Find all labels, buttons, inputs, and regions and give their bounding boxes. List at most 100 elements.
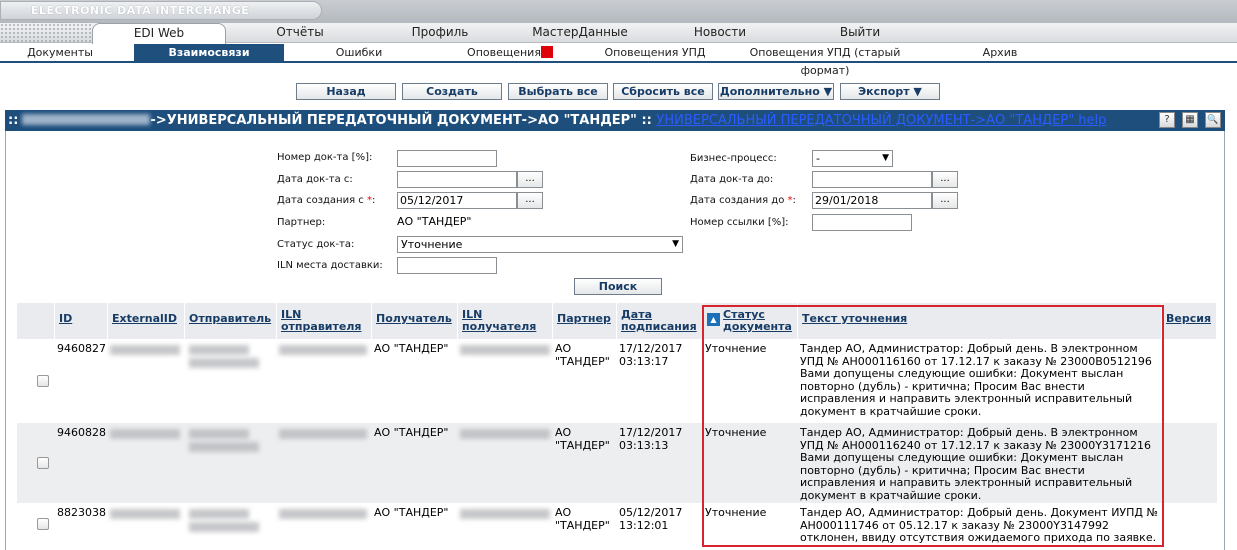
sub-menu-relations[interactable]: Взаимосвязи xyxy=(134,44,284,63)
row-status: Уточнение xyxy=(705,426,767,439)
row-clarification-text: Тандер АО, Администратор: Добрый день. В… xyxy=(800,342,1152,418)
created-from-picker-button[interactable]: ... xyxy=(517,192,543,209)
title-path: ->УНИВЕРСАЛЬНЫЙ ПЕРЕДАТОЧНЫЙ ДОКУМЕНТ->А… xyxy=(150,113,652,128)
doc-status-label: Статус док-та: xyxy=(277,239,355,250)
chevron-down-icon: ▼ xyxy=(672,239,679,249)
create-button[interactable]: Создать xyxy=(402,83,502,100)
sub-menu-errors[interactable]: Ошибки xyxy=(300,44,418,63)
row-checkbox[interactable] xyxy=(37,457,49,469)
doc-date-from-picker-button[interactable]: ... xyxy=(517,171,543,188)
header-id[interactable]: ID xyxy=(55,303,108,339)
doc-status-value: Уточнение xyxy=(401,238,463,251)
redacted-sender xyxy=(189,522,259,532)
header-clarification-label: Текст уточнения xyxy=(802,312,908,325)
header-partner[interactable]: Партнер xyxy=(553,303,617,339)
label-colon: : xyxy=(792,195,796,206)
export-dropdown-button[interactable]: Экспорт ▼ xyxy=(840,83,940,100)
header-clarification[interactable]: Текст уточнения xyxy=(798,303,1162,339)
main-menu-news[interactable]: Новости xyxy=(660,23,780,43)
table-row[interactable]: 9460828 АО "ТАНДЕР" АО "ТАНДЕР" 17/12/20… xyxy=(17,423,1217,503)
top-banner: ELECTRONIC DATA INTERCHANGE PLATFORM xyxy=(0,0,1237,34)
sub-menu-archive[interactable]: Архив xyxy=(960,44,1040,63)
row-checkbox[interactable] xyxy=(37,375,49,387)
sub-menu-upd-notifications-old[interactable]: Оповещения УПД (старый формат) xyxy=(725,44,925,77)
redacted-company-name xyxy=(22,114,151,125)
created-to-input[interactable]: 29/01/2018 xyxy=(812,192,932,209)
table-view-icon[interactable]: ▦ xyxy=(1182,112,1198,128)
header-external-id-label: ExternalID xyxy=(112,312,178,325)
title-help-link[interactable]: УНИВЕРСАЛЬНЫЙ ПЕРЕДАТОЧНЫЙ ДОКУМЕНТ->АО … xyxy=(656,113,1106,128)
back-button[interactable]: Назад xyxy=(296,83,396,100)
business-process-label: Бизнес-процесс: xyxy=(690,153,777,164)
main-menu: EDI Web Отчёты Профиль МастерДанные Ново… xyxy=(0,23,1237,44)
doc-number-input[interactable] xyxy=(397,150,497,167)
partner-value: АО "ТАНДЕР" xyxy=(397,215,472,228)
business-process-select[interactable]: - ▼ xyxy=(812,150,893,167)
doc-date-from-input[interactable] xyxy=(397,171,517,188)
header-id-label: ID xyxy=(59,312,73,325)
created-from-label: Дата создания с *: xyxy=(277,195,375,206)
sub-menu-notifications[interactable]: Оповещения xyxy=(460,44,560,63)
doc-number-label: Номер док-та [%]: xyxy=(277,152,373,163)
row-receiver: АО "ТАНДЕР" xyxy=(374,342,449,355)
platform-title: ELECTRONIC DATA INTERCHANGE PLATFORM xyxy=(0,1,322,34)
main-menu-masterdata[interactable]: МастерДанные xyxy=(520,23,640,43)
redacted-external-id xyxy=(110,345,180,355)
created-from-label-text: Дата создания с xyxy=(277,195,364,206)
search-button[interactable]: Поиск xyxy=(574,278,662,295)
row-partner: АО "ТАНДЕР" xyxy=(555,342,610,368)
header-sign-date[interactable]: Дата подписания xyxy=(617,303,703,339)
redacted-iln-receiver xyxy=(460,345,550,355)
header-partner-label: Партнер xyxy=(557,312,611,325)
header-external-id[interactable]: ExternalID xyxy=(108,303,185,339)
main-menu-logout[interactable]: Выйти xyxy=(800,23,920,43)
header-receiver[interactable]: Получатель xyxy=(372,303,458,339)
row-clarification-text: Тандер АО, Администратор: Добрый день. Д… xyxy=(800,506,1158,545)
row-sign-date: 17/12/2017 03:13:17 xyxy=(619,342,683,368)
created-from-input[interactable]: 05/12/2017 xyxy=(397,192,517,209)
created-to-label: Дата создания до *: xyxy=(690,195,796,206)
redacted-sender xyxy=(189,429,249,439)
table-row[interactable]: 9460827 АО "ТАНДЕР" АО "ТАНДЕР" 17/12/20… xyxy=(17,339,1217,423)
doc-date-to-picker-button[interactable]: ... xyxy=(932,171,958,188)
header-iln-sender-label: ILN отправителя xyxy=(281,308,362,333)
row-checkbox[interactable] xyxy=(37,518,49,530)
redacted-iln-receiver xyxy=(460,429,550,439)
iln-delivery-input[interactable] xyxy=(397,257,497,274)
created-to-picker-button[interactable]: ... xyxy=(932,192,958,209)
main-menu-profile[interactable]: Профиль xyxy=(380,23,500,43)
sub-menu-upd-notifications[interactable]: Оповещения УПД xyxy=(600,44,710,63)
more-dropdown-button[interactable]: Дополнительно ▼ xyxy=(718,83,834,100)
business-process-value: - xyxy=(816,152,820,165)
redacted-sender xyxy=(189,345,249,355)
doc-status-select[interactable]: Уточнение ▼ xyxy=(397,236,683,253)
select-all-button[interactable]: Выбрать все xyxy=(508,83,608,100)
main-menu-edi-web[interactable]: EDI Web xyxy=(92,23,226,44)
main-menu-reports[interactable]: Отчёты xyxy=(240,23,360,43)
created-to-label-text: Дата создания до xyxy=(690,195,785,206)
header-version[interactable]: Версия xyxy=(1162,303,1217,339)
row-partner: АО "ТАНДЕР" xyxy=(555,506,610,532)
ref-number-input[interactable] xyxy=(812,214,912,231)
notifications-label: Оповещения xyxy=(467,46,541,59)
partner-label: Партнер: xyxy=(277,217,326,228)
header-status[interactable]: ▲ Статус документа xyxy=(703,303,798,339)
page-title-bar: :: ->УНИВЕРСАЛЬНЫЙ ПЕРЕДАТОЧНЫЙ ДОКУМЕНТ-… xyxy=(5,110,1225,131)
sort-arrow-icon[interactable]: ▲ xyxy=(707,313,720,326)
header-sender-label: Отправитель xyxy=(189,312,272,325)
header-iln-receiver[interactable]: ILN получателя xyxy=(458,303,553,339)
reset-all-button[interactable]: Сбросить все xyxy=(613,83,713,100)
doc-date-to-input[interactable] xyxy=(812,171,932,188)
header-iln-sender[interactable]: ILN отправителя xyxy=(277,303,372,339)
ref-number-label: Номер ссылки [%]: xyxy=(690,217,789,228)
row-id: 8823038 xyxy=(57,506,106,519)
redacted-iln-sender xyxy=(279,429,367,439)
help-icon[interactable]: ? xyxy=(1159,112,1175,128)
iln-delivery-label: ILN места доставки: xyxy=(277,260,383,271)
sub-menu-documents[interactable]: Документы xyxy=(0,44,120,63)
sub-menu: Документы Взаимосвязи Ошибки Оповещения … xyxy=(0,44,1237,77)
label-colon: : xyxy=(371,195,376,206)
table-row[interactable]: 8823038 АО "ТАНДЕР" АО "ТАНДЕР" 05/12/20… xyxy=(17,503,1217,550)
header-sender[interactable]: Отправитель xyxy=(185,303,277,339)
search-icon[interactable]: 🔍 xyxy=(1205,112,1221,128)
